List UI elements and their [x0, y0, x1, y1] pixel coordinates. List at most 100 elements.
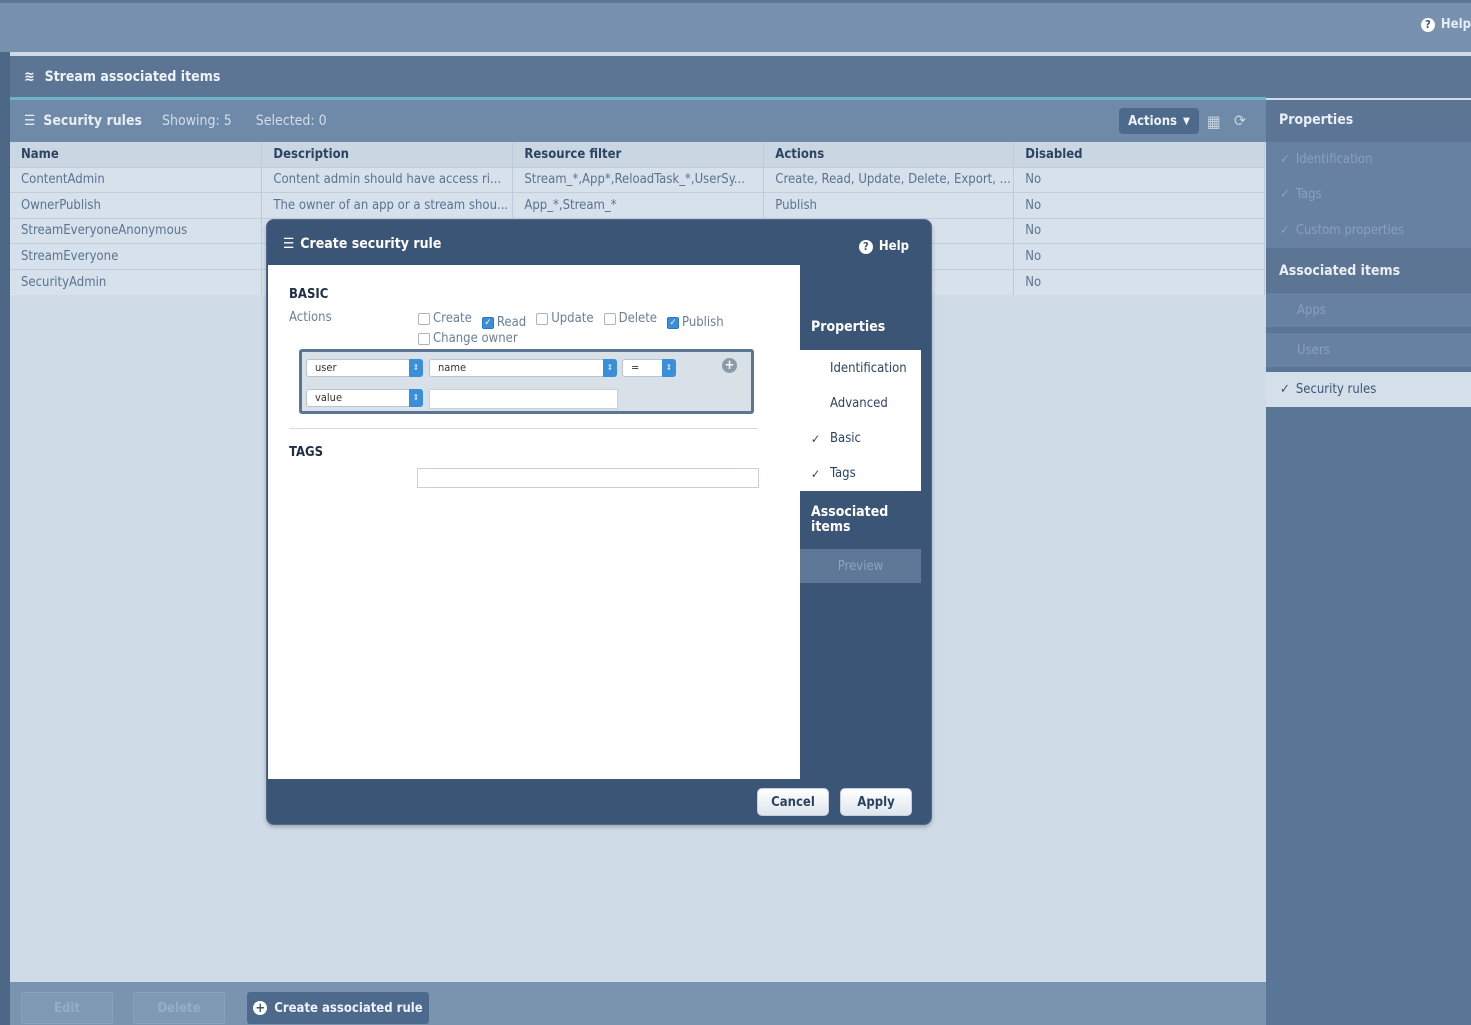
select-arrows-icon: ⇕: [409, 359, 423, 377]
table-row[interactable]: ContentAdmin Content admin should have ac…: [10, 166, 1265, 193]
help-label: Help: [878, 239, 909, 254]
checkbox-update[interactable]: Update: [536, 311, 594, 327]
preview-label: Preview: [837, 558, 884, 574]
nav-item-identification[interactable]: Identification: [800, 351, 921, 386]
nav-item-label: Advanced: [830, 396, 888, 411]
checkbox-label: Delete: [618, 311, 657, 326]
value-input[interactable]: [429, 389, 618, 409]
item-label: Identification: [1295, 152, 1373, 167]
nav-item-label: Identification: [830, 361, 907, 376]
panel-item-security-rules[interactable]: ✓ Security rules: [1266, 372, 1471, 407]
edit-label: Edit: [54, 1000, 80, 1016]
checkbox-icon[interactable]: [603, 313, 616, 325]
column-header[interactable]: Description: [261, 142, 514, 167]
checkbox-read[interactable]: ✓ Read: [481, 315, 527, 331]
checkbox-icon[interactable]: ✓: [667, 317, 679, 329]
columns-icon[interactable]: ▦: [1207, 112, 1221, 131]
plus-circle-icon: +: [253, 1001, 268, 1016]
table-cell: Stream_*,App*,ReloadTask_*,UserSy...: [512, 166, 765, 193]
operator-select[interactable]: = ⇕: [622, 359, 676, 377]
checkbox-delete[interactable]: Delete: [603, 311, 657, 327]
resource-value: user: [315, 361, 337, 374]
select-arrows-icon: ⇕: [409, 389, 423, 407]
nav-preview[interactable]: Preview: [800, 549, 921, 583]
help-icon: ?: [1420, 17, 1435, 32]
property-value: name: [438, 361, 467, 374]
cancel-button[interactable]: Cancel: [757, 788, 829, 816]
checkbox-create[interactable]: Create: [418, 311, 472, 327]
check-icon: ✓: [1280, 382, 1290, 397]
add-condition-icon[interactable]: +: [722, 358, 737, 373]
panel-item-identification[interactable]: ✓ Identification: [1266, 142, 1471, 177]
divider: [289, 428, 758, 429]
table-header-row: Name Description Resource filter Actions Dis…: [10, 142, 1265, 167]
actions-button[interactable]: Actions ▼: [1119, 108, 1199, 134]
item-label: Security rules: [1295, 382, 1377, 397]
panel-item-custom-properties[interactable]: ✓ Custom properties: [1266, 212, 1471, 248]
checkbox-icon[interactable]: [418, 313, 430, 325]
edit-button[interactable]: Edit: [21, 992, 113, 1024]
actions-label: Actions: [1128, 113, 1177, 129]
table-cell: No: [1013, 166, 1265, 193]
item-label: Tags: [1295, 187, 1322, 202]
nav-item-basic[interactable]: ✓ Basic: [800, 421, 921, 456]
dialog-title-text: Create security rule: [300, 236, 442, 252]
tags-heading: TAGS: [289, 445, 324, 460]
checkbox-publish[interactable]: ✓ Publish: [667, 315, 724, 331]
table-cell: StreamEveryone: [10, 243, 263, 270]
stream-icon: ≋: [24, 69, 35, 85]
nav-item-advanced[interactable]: Advanced: [800, 386, 921, 421]
delete-button[interactable]: Delete: [133, 992, 225, 1024]
stream-header: ≋ Stream associated items: [10, 56, 1471, 98]
create-label: Create associated rule: [274, 1000, 423, 1016]
check-icon: ✓: [811, 466, 821, 481]
dialog-content: BASIC Actions Create ✓ Read Update Delete ✓ Pu…: [268, 265, 800, 779]
table-cell: StreamEveryoneAnonymous: [10, 217, 263, 244]
checkbox-icon[interactable]: [418, 333, 430, 345]
nav-associated-header: Associated items: [811, 504, 889, 535]
caret-down-icon: ▼: [1183, 115, 1190, 127]
column-header[interactable]: Name: [10, 142, 263, 167]
table-row[interactable]: OwnerPublish The owner of an app or a str…: [10, 192, 1265, 219]
checkbox-icon[interactable]: ✓: [481, 317, 494, 329]
value-type-select[interactable]: value ⇕: [306, 389, 423, 407]
refresh-icon[interactable]: ⟳: [1234, 111, 1246, 130]
column-header[interactable]: Disabled: [1013, 142, 1265, 167]
table-cell: Create, Read, Update, Delete, Export, ..…: [763, 166, 1015, 193]
checkbox-change-owner[interactable]: Change owner: [418, 331, 518, 347]
apply-label: Apply: [857, 794, 895, 810]
selected-count: Selected: 0: [255, 113, 327, 129]
property-select[interactable]: name ⇕: [429, 359, 617, 377]
column-header[interactable]: Resource filter: [512, 142, 765, 167]
panel-item-apps[interactable]: Apps: [1266, 293, 1471, 327]
check-icon: ✓: [1280, 152, 1290, 167]
resource-select[interactable]: user ⇕: [306, 359, 423, 377]
panel-item-tags[interactable]: ✓ Tags: [1266, 177, 1471, 212]
condition-builder: user ⇕ name ⇕ = ⇕ + value ⇕: [299, 349, 754, 414]
check-icon: ✓: [1280, 222, 1290, 238]
table-cell: Content admin should have access ri...: [261, 166, 514, 193]
checkbox-label: Change owner: [433, 331, 518, 346]
showing-count: Showing: 5: [162, 113, 232, 129]
rules-list-icon: ☰: [283, 236, 295, 252]
apply-button[interactable]: Apply: [840, 788, 912, 816]
checkbox-label: Publish: [682, 315, 724, 330]
help-icon: ?: [858, 239, 873, 254]
table-cell: No: [1013, 268, 1265, 295]
toolbar-title: Security rules: [43, 113, 143, 129]
column-header[interactable]: Actions: [763, 142, 1015, 167]
check-icon: ✓: [1280, 187, 1290, 202]
item-label: Custom properties: [1295, 222, 1404, 238]
panel-item-users[interactable]: Users: [1266, 333, 1471, 367]
table-cell: No: [1013, 243, 1265, 270]
checkbox-label: Read: [496, 315, 527, 330]
checkbox-icon[interactable]: [536, 313, 549, 325]
create-associated-rule-button[interactable]: + Create associated rule: [247, 992, 429, 1024]
dialog-help-link[interactable]: ? Help: [858, 239, 909, 254]
nav-item-tags[interactable]: ✓ Tags: [800, 456, 921, 491]
help-link[interactable]: ? Help: [1420, 17, 1471, 32]
bottom-bar: Edit Delete + Create associated rule: [10, 982, 1266, 1025]
table-cell: The owner of an app or a stream shou...: [261, 192, 514, 219]
tags-input[interactable]: [417, 468, 759, 488]
select-arrows-icon: ⇕: [662, 359, 676, 377]
